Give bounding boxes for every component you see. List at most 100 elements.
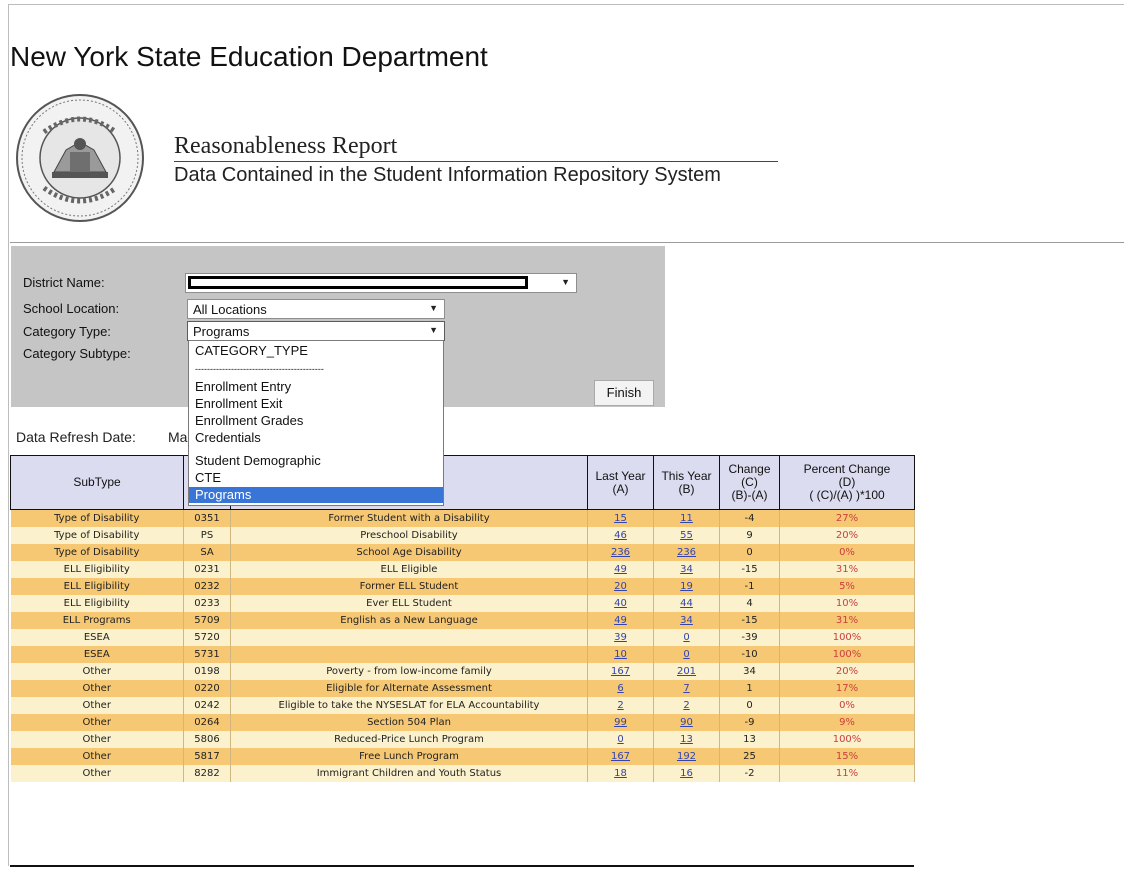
cell-change: -1 bbox=[719, 578, 780, 595]
cell-change: 34 bbox=[719, 663, 780, 680]
table-bottom-rule bbox=[10, 865, 914, 867]
col-header-this-year[interactable]: This Year (B) bbox=[653, 455, 720, 510]
table-row: Type of Disability PS Preschool Disability… bbox=[10, 527, 915, 544]
cell-this-year[interactable]: 34 bbox=[653, 612, 720, 629]
cell-this-year[interactable]: 201 bbox=[653, 663, 720, 680]
cell-description: English as a New Language bbox=[230, 612, 588, 629]
cell-description: Preschool Disability bbox=[230, 527, 588, 544]
district-label: District Name: bbox=[23, 275, 105, 290]
col-header-percent-change[interactable]: Percent Change (D)( (C)/(A) )*100 bbox=[779, 455, 915, 510]
dropdown-option[interactable]: Enrollment Entry bbox=[189, 379, 443, 395]
category-select[interactable]: Programs ▼ bbox=[187, 321, 445, 341]
refresh-date-label: Data Refresh Date: bbox=[16, 429, 136, 445]
cell-last-year[interactable]: 6 bbox=[587, 680, 654, 697]
cell-code: 8282 bbox=[183, 765, 231, 782]
cell-subtype: ELL Eligibility bbox=[10, 595, 184, 612]
cell-code: 0264 bbox=[183, 714, 231, 731]
cell-this-year[interactable]: 13 bbox=[653, 731, 720, 748]
cell-subtype: Other bbox=[10, 765, 184, 782]
cell-last-year[interactable]: 39 bbox=[587, 629, 654, 646]
cell-code: 0233 bbox=[183, 595, 231, 612]
cell-last-year[interactable]: 15 bbox=[587, 509, 654, 527]
table-header-row: SubType Last Year (A) This Year (B) Change… bbox=[10, 455, 915, 510]
cell-change: 0 bbox=[719, 544, 780, 561]
dropdown-option[interactable]: Enrollment Exit bbox=[189, 396, 443, 412]
category-select-value: Programs bbox=[193, 324, 250, 339]
table-row: Other 8282 Immigrant Children and Youth St… bbox=[10, 765, 915, 782]
cell-this-year[interactable]: 236 bbox=[653, 544, 720, 561]
dropdown-option-selected[interactable]: Programs bbox=[189, 487, 443, 503]
col-header-last-year[interactable]: Last Year (A) bbox=[587, 455, 654, 510]
cell-change: -15 bbox=[719, 612, 780, 629]
cell-this-year[interactable]: 0 bbox=[653, 646, 720, 663]
cell-subtype: Type of Disability bbox=[10, 527, 184, 544]
cell-percent-change: 10% bbox=[779, 595, 915, 612]
cell-this-year[interactable]: 0 bbox=[653, 629, 720, 646]
dropdown-option[interactable]: CATEGORY_TYPE bbox=[189, 343, 443, 359]
cell-this-year[interactable]: 34 bbox=[653, 561, 720, 578]
cell-percent-change: 20% bbox=[779, 527, 915, 544]
table-body: Type of Disability 0351 Former Student wit… bbox=[10, 509, 915, 782]
cell-change: 4 bbox=[719, 595, 780, 612]
chevron-down-icon: ▼ bbox=[429, 303, 438, 313]
cell-subtype: Other bbox=[10, 748, 184, 765]
cell-last-year[interactable]: 167 bbox=[587, 663, 654, 680]
cell-last-year[interactable]: 99 bbox=[587, 714, 654, 731]
cell-change: -39 bbox=[719, 629, 780, 646]
cell-last-year[interactable]: 167 bbox=[587, 748, 654, 765]
cell-code: 5817 bbox=[183, 748, 231, 765]
header-divider bbox=[10, 242, 1124, 243]
cell-this-year[interactable]: 55 bbox=[653, 527, 720, 544]
cell-this-year[interactable]: 192 bbox=[653, 748, 720, 765]
dropdown-option[interactable]: CTE bbox=[189, 470, 443, 486]
cell-code: 0351 bbox=[183, 509, 231, 527]
cell-last-year[interactable]: 49 bbox=[587, 561, 654, 578]
cell-percent-change: 100% bbox=[779, 646, 915, 663]
cell-last-year[interactable]: 18 bbox=[587, 765, 654, 782]
cell-this-year[interactable]: 44 bbox=[653, 595, 720, 612]
cell-percent-change: 15% bbox=[779, 748, 915, 765]
col-header-change[interactable]: Change (C) (B)-(A) bbox=[719, 455, 780, 510]
category-dropdown-list: CATEGORY_TYPE --------------------------… bbox=[188, 340, 444, 506]
cell-this-year[interactable]: 2 bbox=[653, 697, 720, 714]
cell-last-year[interactable]: 10 bbox=[587, 646, 654, 663]
cell-this-year[interactable]: 90 bbox=[653, 714, 720, 731]
cell-description: Immigrant Children and Youth Status bbox=[230, 765, 588, 782]
cell-subtype: Other bbox=[10, 714, 184, 731]
cell-last-year[interactable]: 40 bbox=[587, 595, 654, 612]
cell-code: 5806 bbox=[183, 731, 231, 748]
table-row: ELL Eligibility 0232 Former ELL Student 20 1… bbox=[10, 578, 915, 595]
cell-last-year[interactable]: 20 bbox=[587, 578, 654, 595]
table-row: Other 0264 Section 504 Plan 99 90 -9 9% bbox=[10, 714, 915, 731]
cell-last-year[interactable]: 2 bbox=[587, 697, 654, 714]
cell-last-year[interactable]: 49 bbox=[587, 612, 654, 629]
cell-this-year[interactable]: 11 bbox=[653, 509, 720, 527]
cell-last-year[interactable]: 0 bbox=[587, 731, 654, 748]
table-row: Other 0242 Eligible to take the NYSESLAT f… bbox=[10, 697, 915, 714]
table-row: Other 0198 Poverty - from low-income famil… bbox=[10, 663, 915, 680]
cell-last-year[interactable]: 236 bbox=[587, 544, 654, 561]
dropdown-option[interactable]: Student Demographic bbox=[189, 453, 443, 469]
cell-last-year[interactable]: 46 bbox=[587, 527, 654, 544]
district-select[interactable]: ▼ bbox=[185, 273, 577, 293]
cell-subtype: ESEA bbox=[10, 646, 184, 663]
cell-code: 0220 bbox=[183, 680, 231, 697]
cell-description bbox=[230, 629, 588, 646]
col-header-subtype[interactable]: SubType bbox=[10, 455, 184, 510]
cell-code: PS bbox=[183, 527, 231, 544]
finish-button[interactable]: Finish bbox=[594, 380, 654, 406]
cell-this-year[interactable]: 16 bbox=[653, 765, 720, 782]
dropdown-separator: ----------------------------------------… bbox=[195, 364, 324, 374]
table-row: ESEA 5731 10 0 -10 100% bbox=[10, 646, 915, 663]
dropdown-option[interactable]: Credentials bbox=[189, 430, 443, 446]
cell-this-year[interactable]: 19 bbox=[653, 578, 720, 595]
dropdown-option[interactable]: Enrollment Grades bbox=[189, 413, 443, 429]
cell-change: 9 bbox=[719, 527, 780, 544]
cell-subtype: Other bbox=[10, 680, 184, 697]
cell-this-year[interactable]: 7 bbox=[653, 680, 720, 697]
cell-subtype: Type of Disability bbox=[10, 544, 184, 561]
cell-percent-change: 11% bbox=[779, 765, 915, 782]
cell-percent-change: 0% bbox=[779, 544, 915, 561]
location-select[interactable]: All Locations ▼ bbox=[187, 299, 445, 319]
cell-description: School Age Disability bbox=[230, 544, 588, 561]
